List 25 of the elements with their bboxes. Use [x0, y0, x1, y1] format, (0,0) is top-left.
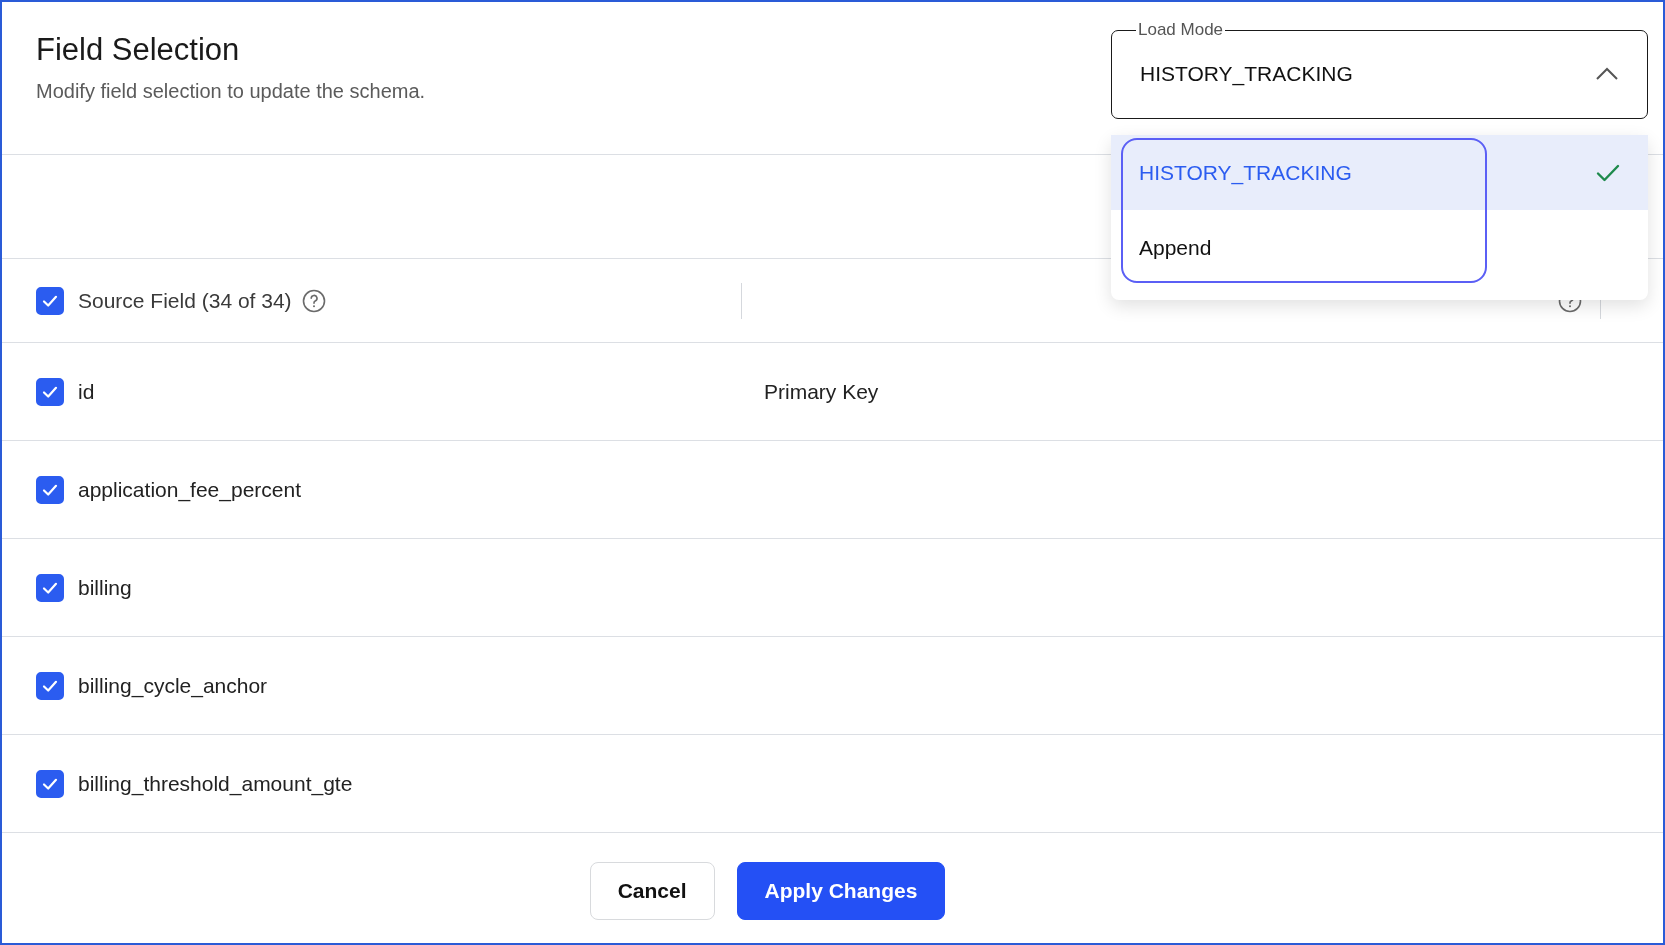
field-name: application_fee_percent: [78, 477, 301, 502]
field-name: id: [78, 379, 95, 404]
check-icon: [1596, 162, 1620, 183]
checkbox[interactable]: [36, 573, 64, 602]
dialog-subtitle: Modify field selection to update the schema.: [36, 80, 426, 103]
checkbox[interactable]: [36, 671, 64, 700]
checkbox[interactable]: [36, 769, 64, 798]
cancel-button[interactable]: Cancel: [589, 862, 715, 920]
menu-option[interactable]: HISTORY_TRACKING: [1111, 135, 1648, 210]
key-label: Primary Key: [764, 379, 879, 404]
select-value: HISTORY_TRACKING: [1140, 62, 1353, 86]
load-mode-select[interactable]: Load Mode HISTORY_TRACKING: [1111, 20, 1648, 119]
apply-button[interactable]: Apply Changes: [736, 862, 946, 920]
chevron-up-icon: [1595, 67, 1619, 81]
select-label: Load Mode: [1137, 20, 1225, 40]
checkbox[interactable]: [36, 475, 64, 504]
field-name: billing_cycle_anchor: [78, 673, 268, 698]
field-name: billing: [78, 575, 132, 600]
menu-option[interactable]: Append: [1111, 210, 1648, 285]
checkbox[interactable]: [36, 377, 64, 406]
dialog-title: Field Selection: [36, 32, 241, 68]
column-header: Source Field (34 of 34): [78, 288, 292, 313]
field-name: billing_threshold_amount_gte: [78, 771, 353, 796]
help-icon[interactable]: [301, 288, 326, 313]
checkbox[interactable]: [36, 286, 64, 315]
